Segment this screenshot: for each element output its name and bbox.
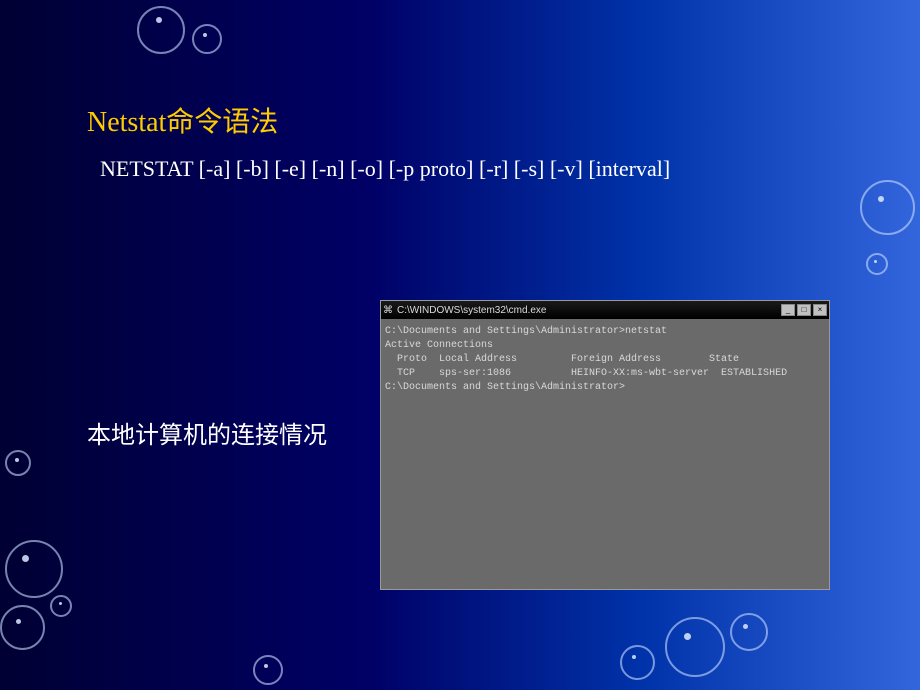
cmd-line: C:\Documents and Settings\Administrator>… — [385, 325, 825, 339]
bubble-decoration — [730, 613, 768, 651]
slide-title: Netstat命令语法 — [87, 100, 278, 140]
cmd-line: Active Connections — [385, 339, 825, 353]
bubble-decoration — [665, 617, 725, 677]
bubble-decoration — [0, 605, 45, 650]
cmd-icon: ⌘ — [383, 305, 393, 316]
bubble-decoration — [620, 645, 655, 680]
cmd-line: Proto Local Address Foreign Address Stat… — [385, 353, 825, 367]
bubble-decoration — [866, 253, 888, 275]
bubble-decoration — [192, 24, 222, 54]
cmd-output: C:\Documents and Settings\Administrator>… — [381, 319, 829, 401]
cmd-line: TCP sps-ser:1086 HEINFO-XX:ms-wbt-server… — [385, 367, 825, 381]
bubble-decoration — [5, 450, 31, 476]
cmd-title: C:\WINDOWS\system32\cmd.exe — [397, 305, 781, 316]
bubble-decoration — [860, 180, 915, 235]
close-button[interactable]: × — [813, 304, 827, 316]
bubble-decoration — [137, 6, 185, 54]
description-label: 本地计算机的连接情况 — [87, 415, 327, 450]
command-syntax: NETSTAT [-a] [-b] [-e] [-n] [-o] [-p pro… — [100, 156, 670, 182]
minimize-button[interactable]: _ — [781, 304, 795, 316]
cmd-line: C:\Documents and Settings\Administrator> — [385, 381, 825, 395]
cmd-titlebar: ⌘ C:\WINDOWS\system32\cmd.exe _ □ × — [381, 301, 829, 319]
window-controls: _ □ × — [781, 304, 827, 316]
cmd-window: ⌘ C:\WINDOWS\system32\cmd.exe _ □ × C:\D… — [380, 300, 830, 590]
bubble-decoration — [5, 540, 63, 598]
maximize-button[interactable]: □ — [797, 304, 811, 316]
bubble-decoration — [253, 655, 283, 685]
bubble-decoration — [50, 595, 72, 617]
